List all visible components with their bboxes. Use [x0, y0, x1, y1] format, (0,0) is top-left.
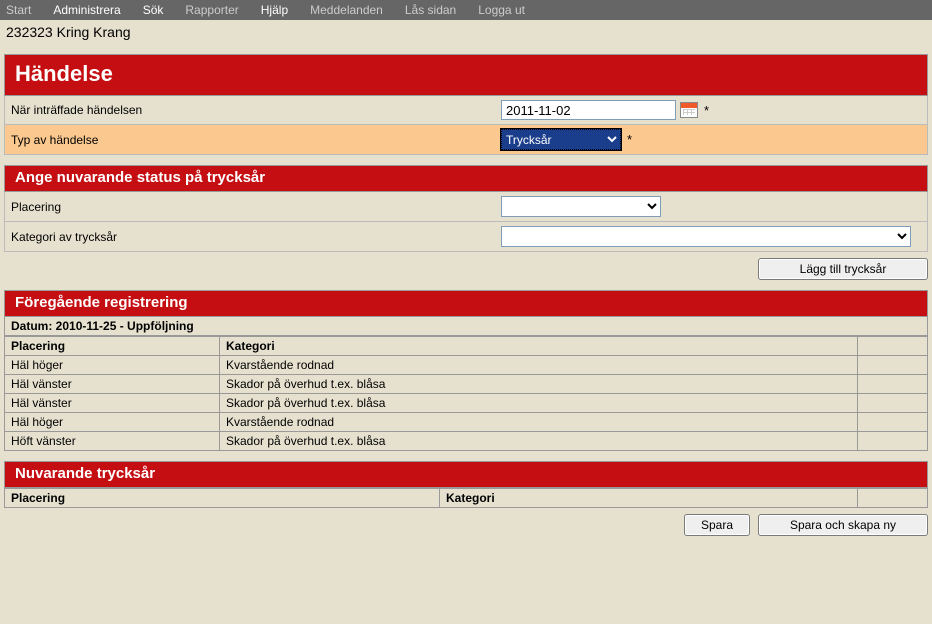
previous-subheader: Datum: 2010-11-25 - Uppföljning [4, 317, 928, 336]
placement-select[interactable] [501, 196, 661, 217]
previous-title: Föregående registrering [4, 290, 928, 317]
nav-admin[interactable]: Administrera [53, 3, 120, 17]
nav-reports[interactable]: Rapporter [185, 3, 238, 17]
row-when: När inträffade händelsen * [4, 96, 928, 125]
col-placement: Placering [5, 489, 440, 508]
cell-category: Skador på överhud t.ex. blåsa [220, 375, 858, 394]
cell-extra [858, 375, 928, 394]
category-select[interactable] [501, 226, 911, 247]
cell-placement: Häl vänster [5, 394, 220, 413]
label-placement: Placering [11, 200, 501, 214]
col-placement: Placering [5, 337, 220, 356]
label-when: När inträffade händelsen [11, 103, 501, 117]
col-extra [858, 489, 928, 508]
label-type: Typ av händelse [11, 133, 501, 147]
table-row: Häl vänsterSkador på överhud t.ex. blåsa [5, 394, 928, 413]
cell-category: Skador på överhud t.ex. blåsa [220, 432, 858, 451]
cell-placement: Häl höger [5, 356, 220, 375]
cell-category: Skador på överhud t.ex. blåsa [220, 394, 858, 413]
table-row: Häl högerKvarstående rodnad [5, 413, 928, 432]
date-input[interactable] [501, 100, 676, 120]
nav-help[interactable]: Hjälp [261, 3, 288, 17]
table-header-row: Placering Kategori [5, 337, 928, 356]
row-category: Kategori av trycksår [4, 222, 928, 252]
previous-table: Placering Kategori Häl högerKvarstående … [4, 336, 928, 451]
save-button[interactable]: Spara [684, 514, 750, 536]
cell-placement: Höft vänster [5, 432, 220, 451]
cell-extra [858, 394, 928, 413]
row-placement: Placering [4, 192, 928, 222]
cell-placement: Häl höger [5, 413, 220, 432]
required-mark: * [627, 132, 632, 147]
cell-category: Kvarstående rodnad [220, 356, 858, 375]
cell-placement: Häl vänster [5, 375, 220, 394]
current-title: Nuvarande trycksår [4, 461, 928, 488]
current-panel: Nuvarande trycksår Placering Kategori [4, 461, 928, 508]
col-category: Kategori [440, 489, 858, 508]
cell-extra [858, 413, 928, 432]
patient-info: 232323 Kring Krang [0, 20, 932, 44]
label-category: Kategori av trycksår [11, 230, 501, 244]
event-panel: Händelse När inträffade händelsen * Typ … [4, 54, 928, 155]
current-table: Placering Kategori [4, 488, 928, 508]
nav-logout[interactable]: Logga ut [478, 3, 525, 17]
top-nav: Start Administrera Sök Rapporter Hjälp M… [0, 0, 932, 20]
table-row: Häl högerKvarstående rodnad [5, 356, 928, 375]
add-trycksar-button[interactable]: Lägg till trycksår [758, 258, 928, 280]
event-title: Händelse [4, 54, 928, 96]
required-mark: * [704, 103, 709, 118]
col-category: Kategori [220, 337, 858, 356]
status-title: Ange nuvarande status på trycksår [4, 165, 928, 192]
nav-start[interactable]: Start [6, 3, 31, 17]
type-select[interactable]: Trycksår [501, 129, 621, 150]
row-type: Typ av händelse Trycksår * [4, 125, 928, 155]
cell-extra [858, 356, 928, 375]
nav-search[interactable]: Sök [143, 3, 164, 17]
calendar-icon[interactable] [680, 102, 698, 118]
nav-messages[interactable]: Meddelanden [310, 3, 383, 17]
previous-panel: Föregående registrering Datum: 2010-11-2… [4, 290, 928, 451]
table-row: Häl vänsterSkador på överhud t.ex. blåsa [5, 375, 928, 394]
table-row: Höft vänsterSkador på överhud t.ex. blås… [5, 432, 928, 451]
table-header-row: Placering Kategori [5, 489, 928, 508]
nav-lock[interactable]: Lås sidan [405, 3, 456, 17]
cell-category: Kvarstående rodnad [220, 413, 858, 432]
status-panel: Ange nuvarande status på trycksår Placer… [4, 165, 928, 252]
cell-extra [858, 432, 928, 451]
save-and-new-button[interactable]: Spara och skapa ny [758, 514, 928, 536]
col-extra [858, 337, 928, 356]
